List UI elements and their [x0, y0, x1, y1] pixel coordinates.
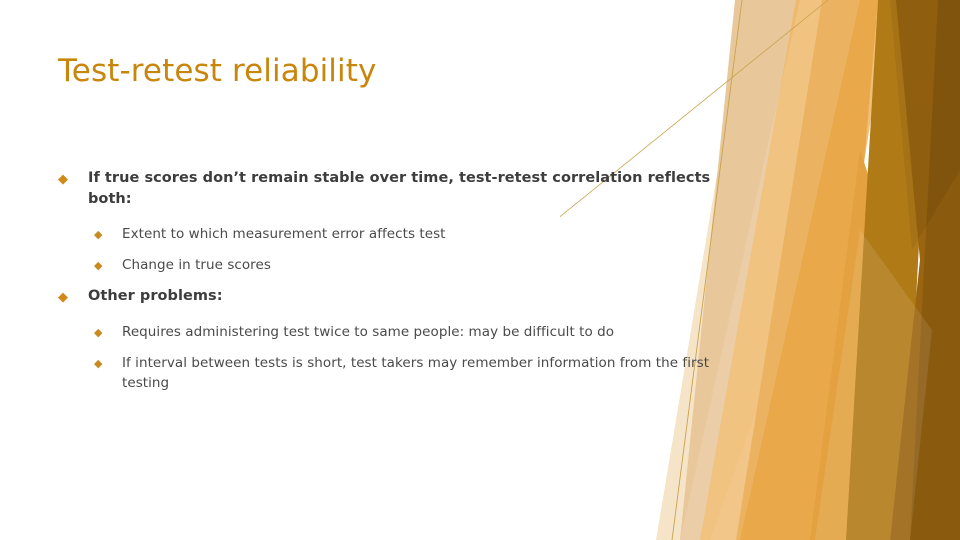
- bullet-item-level2: ◆ Change in true scores: [58, 255, 738, 276]
- bullet-text: If interval between tests is short, test…: [122, 355, 710, 391]
- diamond-bullet-icon: ◆: [58, 290, 68, 305]
- decor-shape-amber: [810, 150, 920, 540]
- diamond-bullet-icon: ◆: [94, 326, 103, 339]
- bullet-item-level1: ◆ Other problems:: [58, 286, 738, 308]
- decor-shape-deep-brown: [910, 0, 960, 540]
- decor-shape-overlay-c: [890, 0, 960, 250]
- bullet-text: Change in true scores: [122, 257, 271, 273]
- bullet-text: Requires administering test twice to sam…: [122, 324, 615, 340]
- slide-canvas: Test-retest reliability ◆ If true scores…: [0, 0, 960, 540]
- bullet-text: Other problems:: [88, 288, 223, 304]
- decor-shape-dark-ochre: [890, 0, 960, 540]
- bullet-item-level2: ◆ Extent to which measurement error affe…: [58, 224, 738, 245]
- decor-shape-overlay-b: [815, 230, 932, 540]
- diamond-bullet-icon: ◆: [94, 259, 103, 272]
- decor-shape-gold: [736, 0, 878, 540]
- diamond-bullet-icon: ◆: [58, 172, 68, 187]
- bullet-text: Extent to which measurement error affect…: [122, 226, 446, 242]
- decor-shape-ochre: [846, 0, 932, 540]
- bullet-item-level2: ◆ If interval between tests is short, te…: [58, 353, 738, 393]
- bullet-text: If true scores don’t remain stable over …: [88, 170, 711, 207]
- bullet-item-level1: ◆ If true scores don’t remain stable ove…: [58, 168, 738, 210]
- diamond-bullet-icon: ◆: [94, 228, 103, 241]
- diamond-bullet-icon: ◆: [94, 357, 103, 370]
- bullet-item-level2: ◆ Requires administering test twice to s…: [58, 322, 738, 343]
- slide-title: Test-retest reliability: [58, 53, 377, 89]
- slide-body-content: ◆ If true scores don’t remain stable ove…: [58, 168, 738, 394]
